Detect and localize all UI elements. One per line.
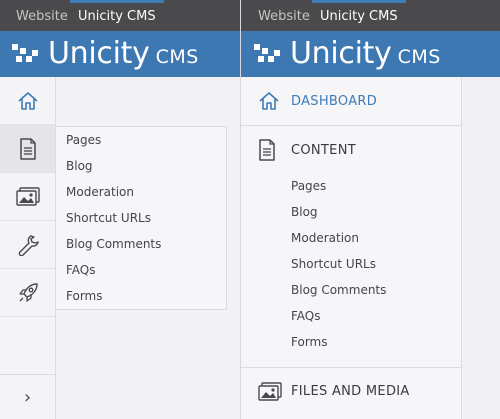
top-navigation-bar: Website Unicity CMS xyxy=(0,0,240,31)
collapsed-sidebar-view: Website Unicity CMS Unicity CMS › Pages … xyxy=(0,0,240,419)
rocket-icon xyxy=(18,282,38,302)
website-tab[interactable]: Website xyxy=(8,0,76,31)
nav-item-blog-comments[interactable]: Blog Comments xyxy=(291,283,386,297)
content-flyout-menu: Pages Blog Moderation Shortcut URLs Blog… xyxy=(56,126,227,310)
flyout-item-forms[interactable]: Forms xyxy=(66,289,102,303)
nav-dashboard-label: DASHBOARD xyxy=(291,93,378,109)
images-icon xyxy=(258,381,282,401)
rail-item-dashboard[interactable] xyxy=(0,77,55,125)
expanded-sidebar-view: Website Unicity CMS Unicity CMS DASHBOAR… xyxy=(240,0,500,419)
nav-item-moderation[interactable]: Moderation xyxy=(291,231,359,245)
brand-suffix: CMS xyxy=(155,45,199,68)
top-navigation-bar: Website Unicity CMS xyxy=(241,0,500,31)
unicity-logo-icon xyxy=(254,44,280,62)
brand-suffix: CMS xyxy=(397,45,441,68)
flyout-item-faqs[interactable]: FAQs xyxy=(66,263,96,277)
flyout-item-pages[interactable]: Pages xyxy=(66,133,101,147)
nav-item-pages[interactable]: Pages xyxy=(291,179,326,193)
brand-header: Unicity CMS xyxy=(241,31,500,77)
icon-rail: › xyxy=(0,77,56,419)
rail-item-tools[interactable] xyxy=(0,221,55,269)
content-area xyxy=(462,77,500,419)
main-sidebar: DASHBOARD CONTENT Pages Blog Moderation … xyxy=(241,77,462,419)
document-icon xyxy=(19,137,36,160)
brand-header: Unicity CMS xyxy=(0,31,240,77)
flyout-item-shortcut-urls[interactable]: Shortcut URLs xyxy=(66,211,151,225)
nav-files-and-media-label: FILES AND MEDIA xyxy=(291,384,410,399)
document-icon xyxy=(259,139,275,161)
brand-logo[interactable]: Unicity CMS xyxy=(12,31,199,77)
flyout-item-blog-comments[interactable]: Blog Comments xyxy=(66,237,161,251)
nav-item-shortcut-urls[interactable]: Shortcut URLs xyxy=(291,257,376,271)
brand-name: Unicity xyxy=(290,36,392,71)
unicity-cms-tab[interactable]: Unicity CMS xyxy=(312,0,406,31)
nav-content[interactable]: CONTENT xyxy=(241,126,461,174)
nav-item-blog[interactable]: Blog xyxy=(291,205,318,219)
wrench-icon xyxy=(18,234,39,256)
nav-item-faqs[interactable]: FAQs xyxy=(291,309,321,323)
website-tab[interactable]: Website xyxy=(250,0,318,31)
images-icon xyxy=(15,186,40,206)
rail-item-content[interactable] xyxy=(0,125,55,173)
nav-item-forms[interactable]: Forms xyxy=(291,335,327,349)
unicity-logo-icon xyxy=(12,44,38,62)
home-icon xyxy=(259,92,279,110)
flyout-item-blog[interactable]: Blog xyxy=(66,159,93,173)
rail-item-launch[interactable] xyxy=(0,269,55,317)
brand-name: Unicity xyxy=(48,36,150,71)
unicity-cms-tab[interactable]: Unicity CMS xyxy=(70,0,164,31)
chevron-right-icon: › xyxy=(23,386,32,408)
rail-item-files-media[interactable] xyxy=(0,173,55,221)
flyout-item-moderation[interactable]: Moderation xyxy=(66,185,134,199)
nav-files-and-media[interactable]: FILES AND MEDIA xyxy=(241,367,461,415)
home-icon xyxy=(17,91,38,110)
brand-logo[interactable]: Unicity CMS xyxy=(254,31,441,77)
expand-sidebar-button[interactable]: › xyxy=(0,374,55,419)
nav-content-label: CONTENT xyxy=(291,142,356,158)
nav-dashboard[interactable]: DASHBOARD xyxy=(241,77,461,126)
